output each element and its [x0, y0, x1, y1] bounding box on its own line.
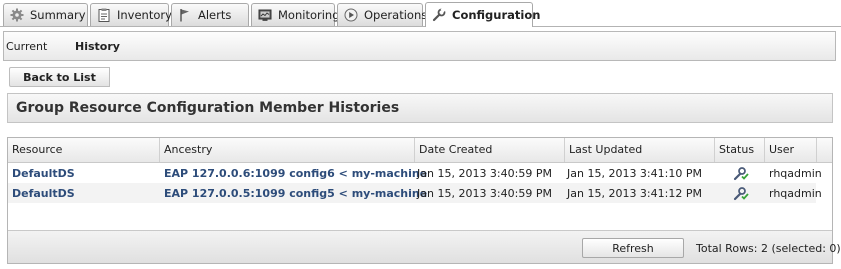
- subtab-history[interactable]: History: [75, 40, 120, 53]
- play-icon: [344, 8, 358, 22]
- wrench-check-icon[interactable]: [733, 166, 749, 181]
- tab-label: Operations: [364, 8, 428, 22]
- tab-configuration[interactable]: Configuration: [425, 2, 540, 27]
- user-cell: rhqadmin: [769, 187, 822, 200]
- column-header-user[interactable]: User: [765, 138, 817, 162]
- refresh-button[interactable]: Refresh: [582, 238, 684, 258]
- gear-icon: [10, 8, 24, 22]
- user-cell: rhqadmin: [769, 167, 822, 180]
- tab-monitoring[interactable]: Monitoring: [251, 3, 340, 26]
- member-history-grid: Resource Ancestry Date Created Last Upda…: [7, 137, 841, 264]
- subtab-current[interactable]: Current: [6, 40, 47, 53]
- tab-operations[interactable]: Operations: [337, 3, 427, 26]
- section-title: Group Resource Configuration Member Hist…: [7, 93, 833, 123]
- tab-label: Summary: [30, 8, 86, 22]
- grid-footer: Refresh Total Rows: 2 (selected: 0): [8, 230, 841, 263]
- flag-icon: [178, 8, 192, 22]
- tab-label: Inventory: [117, 8, 172, 22]
- clipboard-icon: [97, 8, 111, 22]
- subtab-bar: Current History: [3, 31, 836, 61]
- table-row[interactable]: DefaultDS EAP 127.0.0.5:1099 config5 < m…: [8, 183, 822, 203]
- resource-link[interactable]: DefaultDS: [8, 163, 160, 183]
- table-row[interactable]: DefaultDS EAP 127.0.0.6:1099 config6 < m…: [8, 163, 822, 183]
- date-created-cell: Jan 15, 2013 3:40:59 PM: [417, 167, 552, 180]
- back-to-list-button[interactable]: Back to List: [9, 67, 110, 87]
- last-updated-cell: Jan 15, 2013 3:41:10 PM: [567, 167, 702, 180]
- total-rows-label: Total Rows: 2 (selected: 0): [696, 242, 841, 255]
- status-cell: [715, 183, 765, 203]
- date-created-cell: Jan 15, 2013 3:40:59 PM: [417, 187, 552, 200]
- tab-bar-divider: [0, 26, 841, 27]
- tab-summary[interactable]: Summary: [3, 3, 88, 26]
- column-header-ancestry[interactable]: Ancestry: [160, 138, 415, 162]
- column-header-status[interactable]: Status: [715, 138, 765, 162]
- tab-label: Configuration: [452, 8, 541, 22]
- monitor-icon: [258, 8, 272, 22]
- column-header-resource[interactable]: Resource: [8, 138, 160, 162]
- tab-label: Monitoring: [278, 8, 340, 22]
- ancestry-link[interactable]: EAP 127.0.0.5:1099 config5 < my-machine: [160, 183, 427, 203]
- ancestry-link[interactable]: EAP 127.0.0.6:1099 config6 < my-machine: [160, 163, 427, 183]
- tab-label: Alerts: [198, 8, 232, 22]
- last-updated-cell: Jan 15, 2013 3:41:12 PM: [567, 187, 702, 200]
- grid-header: Resource Ancestry Date Created Last Upda…: [8, 138, 832, 163]
- column-header-date-created[interactable]: Date Created: [415, 138, 565, 162]
- column-header-last-updated[interactable]: Last Updated: [565, 138, 715, 162]
- wrench-check-icon[interactable]: [733, 186, 749, 201]
- wrench-icon: [432, 8, 446, 22]
- tab-inventory[interactable]: Inventory: [90, 3, 172, 26]
- status-cell: [715, 163, 765, 183]
- tab-alerts[interactable]: Alerts: [171, 3, 249, 26]
- tab-bar: Summary Inventory Alerts Monitoring Oper…: [0, 0, 841, 27]
- resource-link[interactable]: DefaultDS: [8, 183, 160, 203]
